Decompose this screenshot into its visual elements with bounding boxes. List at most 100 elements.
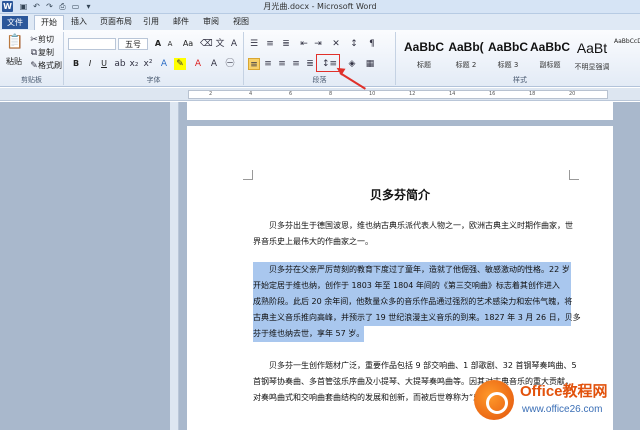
tab-mailings[interactable]: 邮件 — [170, 15, 192, 30]
italic-button[interactable]: I — [84, 58, 96, 70]
style-name: 副标题 — [539, 61, 561, 69]
highlight-color-icon[interactable]: ✎ — [174, 58, 186, 70]
style-heading[interactable]: AaBbC 标题 — [404, 36, 444, 74]
bullets-icon[interactable]: ☰ — [248, 38, 260, 50]
office-logo-icon — [474, 380, 514, 420]
shrink-font-button[interactable]: A — [164, 38, 176, 50]
tab-view[interactable]: 视图 — [230, 15, 252, 30]
clipboard-group-label: 剪贴板 — [21, 76, 42, 84]
show-marks-icon[interactable]: ¶ — [366, 38, 378, 50]
style-heading-2[interactable]: AaBb( 标题 2 — [446, 36, 486, 74]
style-sample: AaBbC — [488, 40, 529, 54]
style-sample: AaBbC — [530, 40, 571, 54]
ruler-tick: 10 — [369, 91, 376, 97]
justify-icon[interactable]: ≡ — [290, 58, 302, 70]
styles-group-label: 样式 — [513, 76, 527, 84]
underline-button[interactable]: U — [98, 58, 110, 70]
paragraph-group: ☰ ≡ ≣ ⇤ ⇥ ✕ ↕ ¶ ≡ ≡ ≡ ≡ ≣ ↕≡ ◈ ▦ 段落 — [244, 32, 396, 85]
font-group: 五号 A A Aa ⌫ 文 A B I U ab x₂ x² A ✎ A A ㊀… — [64, 32, 244, 85]
align-right-icon[interactable]: ≡ — [276, 58, 288, 70]
tab-review[interactable]: 审阅 — [200, 15, 222, 30]
style-name: 标题 — [417, 61, 431, 69]
chinese-layout-icon[interactable]: ✕ — [330, 38, 342, 50]
text-line: 成熟阶段。此后 20 余年间，他数量众多的音乐作品通过强烈的艺术感染力和宏伟气魄… — [253, 294, 572, 310]
text-line: 贝多芬出生于德国波恩，维也纳古典乐派代表人物之一，欧洲古典主义时期作曲家，世 — [269, 221, 573, 230]
ribbon-tabs: 文件 开始 插入 页面布局 引用 邮件 审阅 视图 — [0, 14, 640, 30]
decrease-indent-icon[interactable]: ⇤ — [298, 38, 310, 50]
style-subtitle[interactable]: AaBbC 副标题 — [530, 36, 570, 74]
character-border-icon[interactable]: A — [228, 38, 240, 50]
tab-home[interactable]: 开始 — [34, 15, 64, 30]
font-size-select[interactable]: 五号 — [118, 38, 148, 50]
style-heading-3[interactable]: AaBbC 标题 3 — [488, 36, 528, 74]
character-shading-icon[interactable]: A — [208, 58, 220, 70]
tab-insert[interactable]: 插入 — [68, 15, 90, 30]
ruler-tick: 4 — [249, 91, 253, 97]
tab-file[interactable]: 文件 — [2, 16, 28, 29]
subscript-icon[interactable]: x₂ — [128, 58, 140, 70]
borders-icon[interactable]: ▦ — [364, 58, 376, 70]
horizontal-ruler: 2 4 6 8 10 12 14 16 18 20 — [0, 88, 640, 101]
numbering-icon[interactable]: ≡ — [264, 38, 276, 50]
watermark-url: www.office26.com — [522, 404, 603, 415]
enclose-characters-icon[interactable]: ㊀ — [224, 58, 236, 70]
style-name: 标题 3 — [497, 61, 519, 69]
watermark-title: Office教程网 — [520, 383, 608, 400]
change-case-button[interactable]: Aa — [180, 38, 196, 50]
shading-icon[interactable]: ◈ — [346, 58, 358, 70]
font-group-label: 字体 — [146, 76, 161, 84]
distributed-icon[interactable]: ≣ — [304, 58, 316, 70]
font-color-icon[interactable]: A — [192, 58, 204, 70]
ruler-tick: 6 — [289, 91, 293, 97]
style-sample: AaBbC — [404, 40, 445, 54]
grow-font-button[interactable]: A — [152, 38, 164, 50]
paragraph-1: 贝多芬出生于德国波恩，维也纳古典乐派代表人物之一，欧洲古典主义时期作曲家，世 界… — [253, 218, 573, 250]
style-sample: AaBb( — [448, 40, 484, 54]
clear-formatting-icon[interactable]: ⌫ — [200, 38, 213, 50]
style-name: 不明显强调 — [574, 63, 610, 71]
clipboard-group: 📋 粘贴 ✂ 剪切 ⧉ 复制 ✎ 格式刷 剪贴板 — [0, 32, 64, 85]
style-name: 标题 2 — [455, 61, 477, 69]
format-painter-button[interactable]: 格式刷 — [38, 60, 64, 72]
text-line: 古典主义音乐推向高峰，并预示了 19 世纪浪漫主义音乐的到来。1827 年 3 … — [253, 310, 581, 326]
ruler-tick: 14 — [449, 91, 456, 97]
cut-button[interactable]: 剪切 — [38, 34, 60, 46]
copy-button[interactable]: 复制 — [38, 47, 60, 59]
ruler-tick: 8 — [329, 91, 333, 97]
text-line: 开始定居于维也纳，创作于 1803 年至 1804 年间的《第三交响曲》标志着其… — [253, 278, 571, 294]
ruler-tick: 18 — [529, 91, 536, 97]
strikethrough-icon[interactable]: ab — [114, 58, 126, 70]
increase-indent-icon[interactable]: ⇥ — [312, 38, 324, 50]
bold-button[interactable]: B — [70, 58, 82, 70]
paragraph-group-label: 段落 — [312, 76, 327, 84]
margin-corner-mark — [569, 170, 579, 180]
tab-page-layout[interactable]: 页面布局 — [98, 15, 134, 30]
document-title: 贝多芬简介 — [369, 188, 430, 202]
margin-corner-mark — [243, 170, 253, 180]
ribbon: 📋 粘贴 ✂ 剪切 ⧉ 复制 ✎ 格式刷 剪贴板 五号 A A Aa ⌫ 文 A… — [0, 30, 640, 87]
superscript-icon[interactable]: x² — [142, 58, 154, 70]
phonetic-guide-icon[interactable]: 文 — [214, 38, 226, 50]
tab-references[interactable]: 引用 — [140, 15, 162, 30]
paste-button[interactable]: 粘贴 — [2, 56, 26, 68]
align-left-icon[interactable]: ≡ — [248, 58, 260, 70]
font-name-select[interactable] — [68, 38, 116, 50]
paragraph-2-selected: 贝多芬在父亲严厉苛刻的教育下度过了童年，造就了他倔强、敏感激动的性格。22 岁 … — [253, 262, 581, 342]
vertical-ruler — [170, 102, 179, 430]
watermark-logo: Office教程网 www.office26.com — [470, 372, 640, 430]
style-more[interactable]: AaBbCcD — [614, 36, 640, 48]
ruler-tick: 12 — [409, 91, 416, 97]
window-title: 月光曲.docx - Microsoft Word — [263, 2, 377, 11]
ruler-scale[interactable]: 2 4 6 8 10 12 14 16 18 20 — [188, 90, 608, 99]
multilevel-list-icon[interactable]: ≣ — [280, 38, 292, 50]
text-line: 界音乐史上最伟大的作曲家之一。 — [253, 237, 373, 246]
title-bar: W ▣ ↶ ↷ ⎙ ▭ ▾ 月光曲.docx - Microsoft Word — [0, 0, 640, 14]
text-line: 芬于维也纳去世，享年 57 岁。 — [253, 326, 365, 342]
style-subtle-emphasis[interactable]: AaBt 不明显强调 — [572, 36, 612, 74]
sort-icon[interactable]: ↕ — [348, 38, 360, 50]
styles-group: AaBbC 标题 AaBb( 标题 2 AaBbC 标题 3 AaBbC 副标题… — [400, 32, 640, 85]
ruler-tick: 16 — [489, 91, 496, 97]
paste-icon[interactable]: 📋 — [6, 35, 23, 54]
text-effects-icon[interactable]: A — [158, 58, 170, 70]
align-center-icon[interactable]: ≡ — [262, 58, 274, 70]
